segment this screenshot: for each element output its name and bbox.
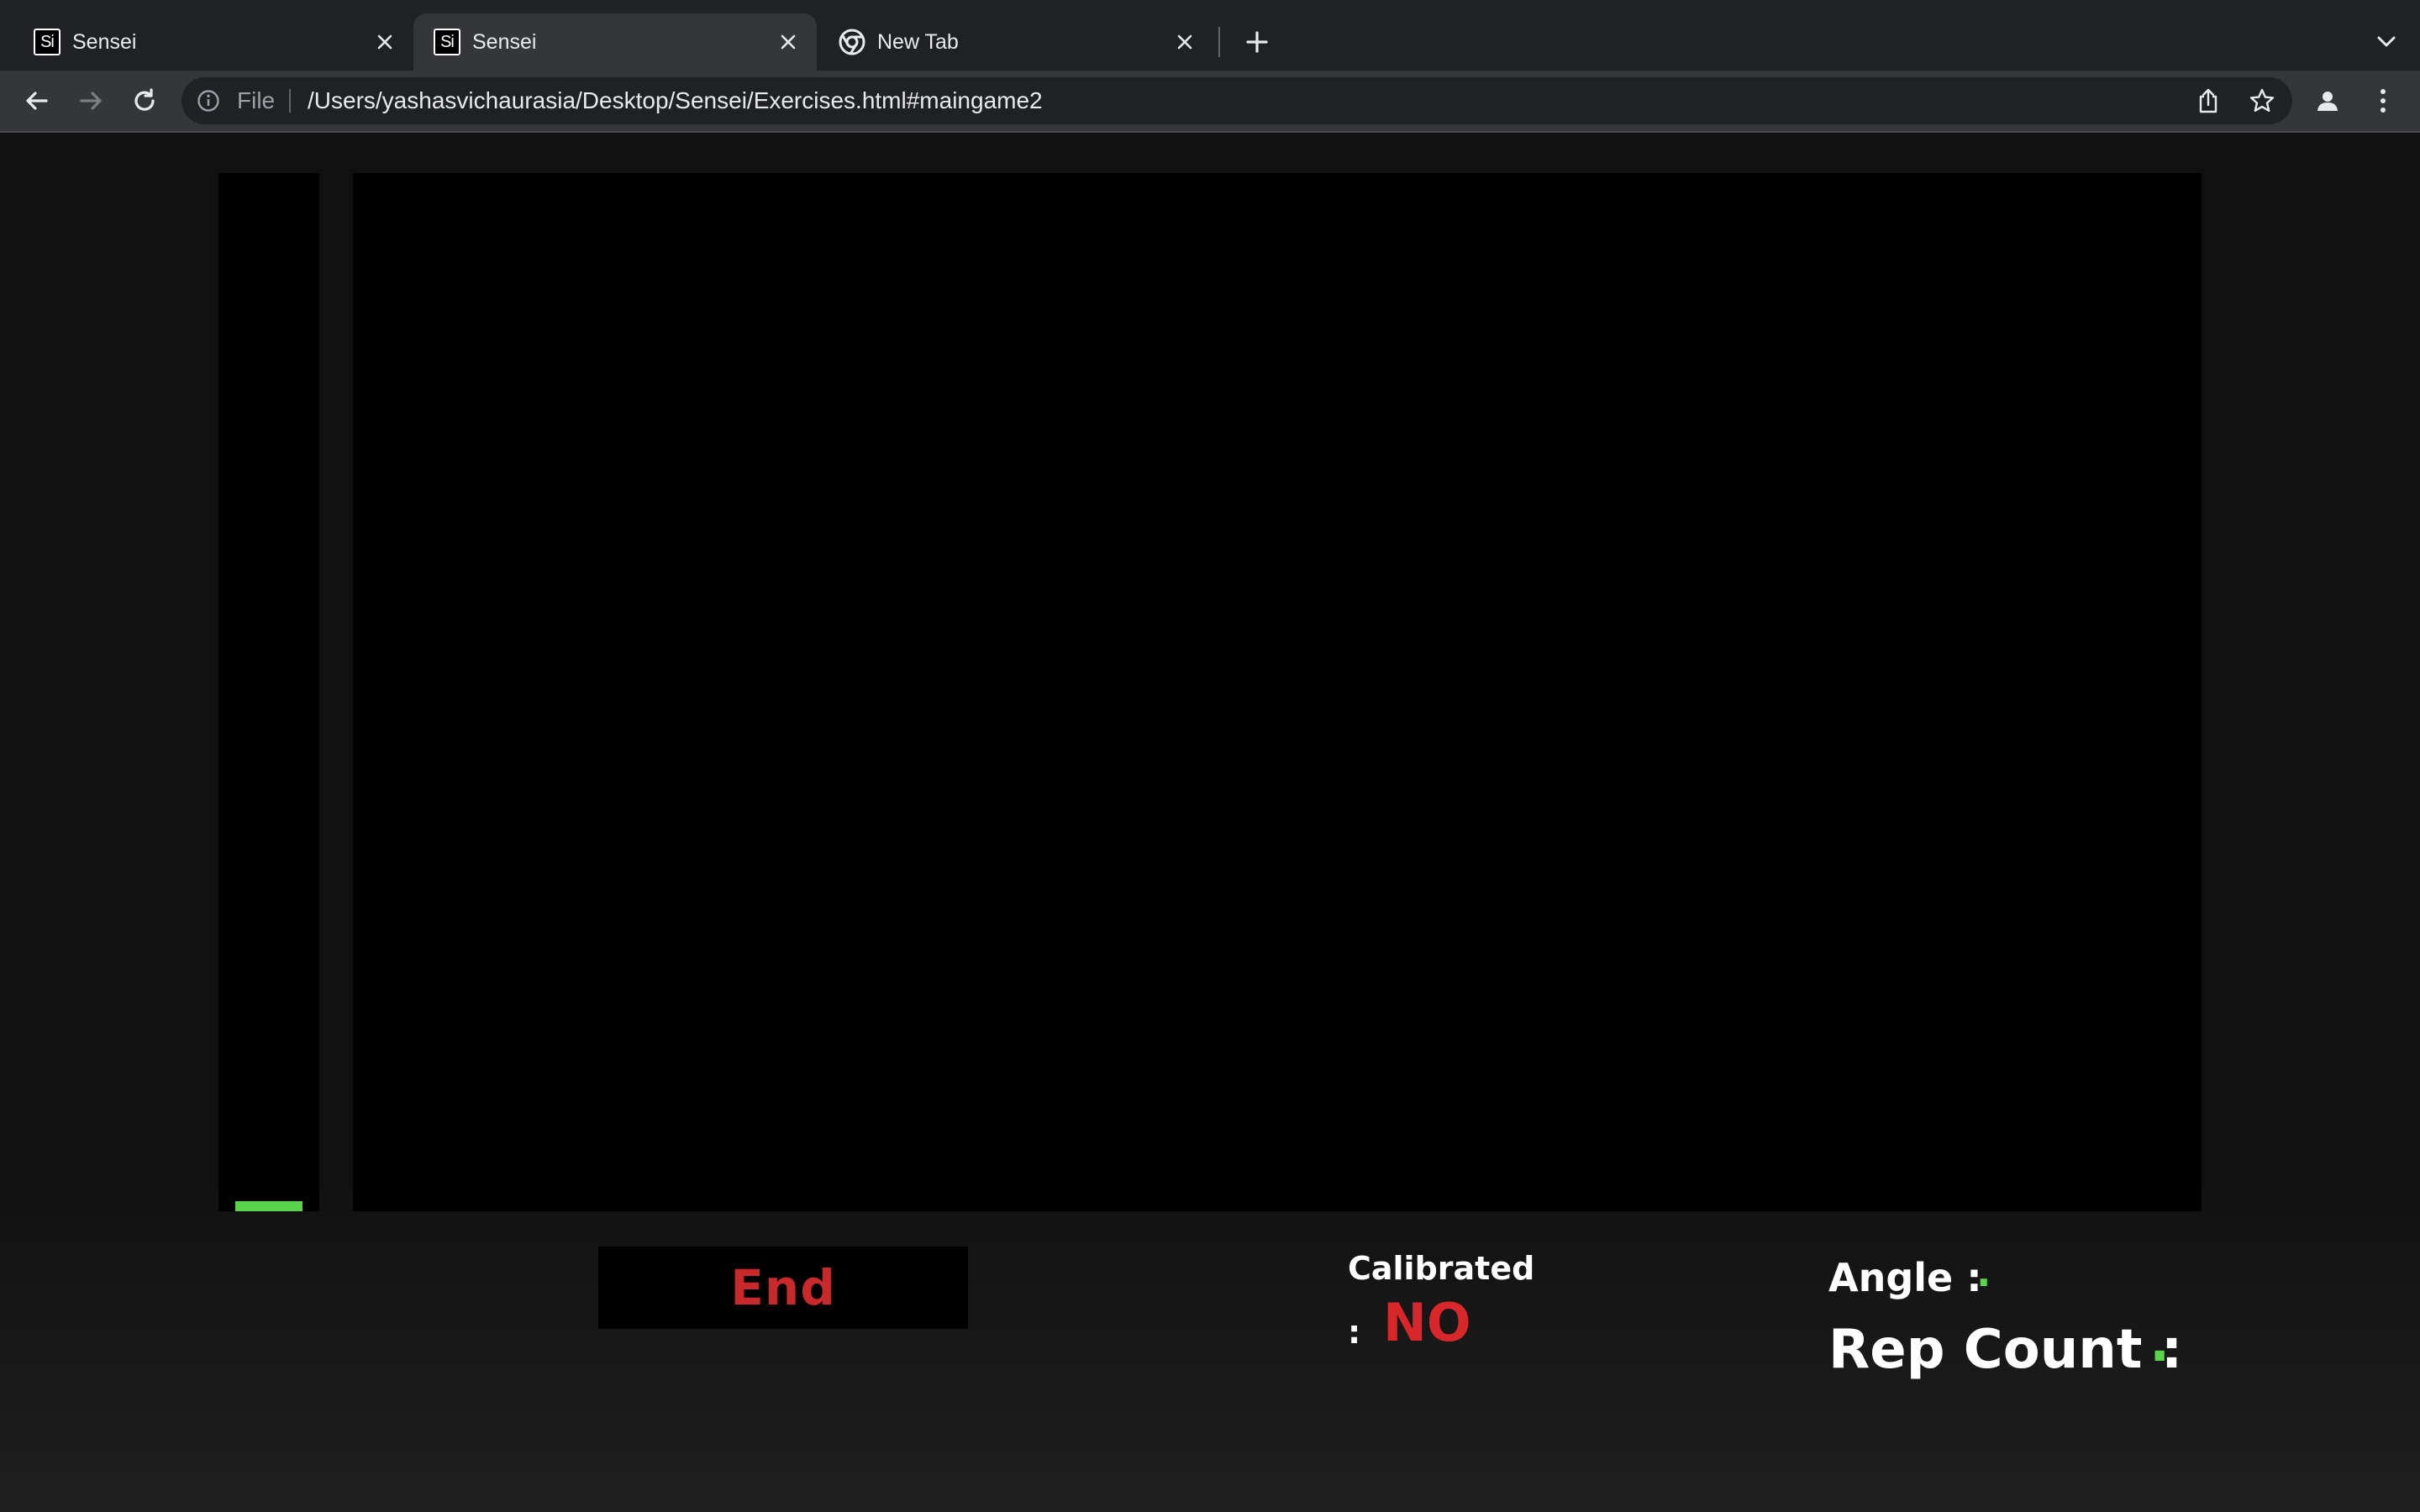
- back-button[interactable]: [17, 81, 57, 121]
- address-bar[interactable]: File /Users/yashasvichaurasia/Desktop/Se…: [182, 77, 2292, 124]
- angle-value: .: [1976, 1250, 1991, 1295]
- tab-search-button[interactable]: [2368, 24, 2405, 60]
- webcam-canvas: [353, 173, 2202, 1211]
- calibrated-label: Calibrated: [1348, 1250, 1535, 1287]
- tab-strip: Si Sensei Si Sensei New Tab: [0, 0, 2420, 71]
- progress-meter: [218, 173, 319, 1211]
- url-scheme: File: [237, 87, 276, 113]
- tab-sensei-2[interactable]: Si Sensei: [413, 13, 817, 71]
- tab-sensei-1[interactable]: Si Sensei: [13, 13, 413, 71]
- tab-title: Sensei: [72, 30, 137, 54]
- reload-button[interactable]: [124, 81, 165, 121]
- site-info-icon[interactable]: [197, 89, 220, 113]
- reload-icon: [134, 88, 155, 111]
- new-tab-button[interactable]: [1239, 24, 1276, 60]
- chevron-down-icon: [2377, 36, 2396, 47]
- tab-separator: [1218, 27, 1220, 57]
- calibrated-status: NO: [1383, 1292, 1471, 1353]
- sensei-favicon-icon: Si: [434, 29, 460, 55]
- sensei-favicon-icon: Si: [34, 29, 60, 55]
- plus-icon: [1246, 31, 1268, 53]
- arrow-right-icon: [80, 92, 102, 110]
- browser-toolbar: File /Users/yashasvichaurasia/Desktop/Se…: [0, 71, 2420, 131]
- forward-button[interactable]: [71, 81, 111, 121]
- omnibox-divider: [289, 89, 291, 113]
- chrome-icon: [839, 29, 865, 55]
- profile-avatar-icon[interactable]: [2309, 82, 2346, 119]
- angle-label: Angle :: [1828, 1255, 1982, 1300]
- bookmark-star-icon[interactable]: [2247, 86, 2277, 116]
- tab-title: New Tab: [877, 30, 959, 54]
- page-content: End Calibrated : NO Angle : . Rep Count …: [0, 133, 2420, 1512]
- arrow-left-icon: [26, 92, 48, 110]
- close-tab-icon[interactable]: [1170, 27, 1200, 57]
- url-text[interactable]: /Users/yashasvichaurasia/Desktop/Sensei/…: [308, 77, 1043, 124]
- close-tab-icon[interactable]: [370, 27, 400, 57]
- calibrated-colon: :: [1348, 1314, 1361, 1351]
- rep-count-label: Rep Count :: [1828, 1319, 2183, 1381]
- tab-new-tab[interactable]: New Tab: [818, 13, 1213, 71]
- tab-title: Sensei: [472, 30, 537, 54]
- rep-count-value: .: [2149, 1312, 2170, 1374]
- share-icon[interactable]: [2193, 86, 2223, 116]
- progress-meter-fill: [235, 1201, 302, 1211]
- kebab-menu-icon[interactable]: [2365, 82, 2402, 119]
- close-tab-icon[interactable]: [773, 27, 803, 57]
- end-button[interactable]: End: [598, 1247, 968, 1329]
